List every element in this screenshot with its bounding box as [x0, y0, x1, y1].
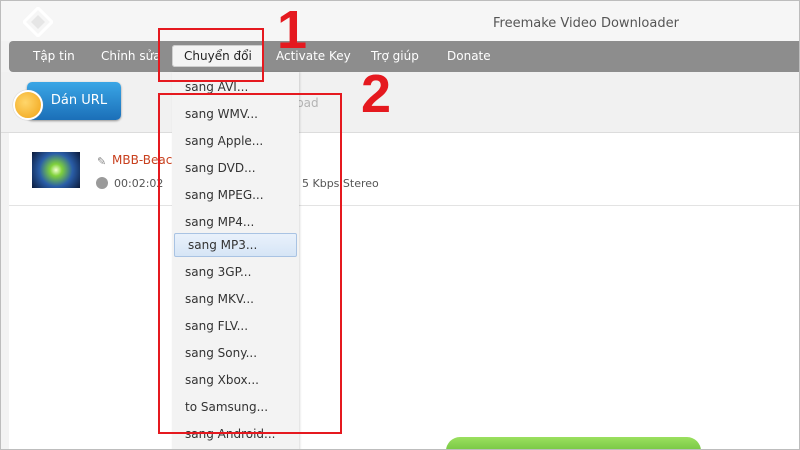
clock-icon: [96, 177, 108, 189]
download-list: ✎ MBB-Beac 00:02:02 5 Kbps Stereo: [9, 133, 799, 449]
menu-donate[interactable]: Donate: [447, 41, 491, 72]
file-duration: 00:02:02: [114, 177, 164, 190]
download-button[interactable]: [446, 437, 701, 449]
menu-edit[interactable]: Chỉnh sửa: [101, 41, 161, 72]
annotation-label-1: 1: [277, 0, 308, 60]
globe-icon: [13, 90, 43, 120]
annotation-box-2: [158, 93, 342, 434]
title-bar: Freemake Video Downloader: [1, 1, 799, 41]
annotation-label-2: 2: [361, 64, 392, 124]
window-title: Freemake Video Downloader: [493, 16, 679, 31]
menu-bar: Tập tin Chỉnh sửa Chuyển đổi Activate Ke…: [9, 41, 799, 72]
freemake-logo-icon: [23, 7, 53, 37]
list-item[interactable]: ✎ MBB-Beac 00:02:02 5 Kbps Stereo: [9, 133, 799, 206]
app-window: Freemake Video Downloader Tập tin Chỉnh …: [0, 0, 800, 450]
edit-pencil-icon[interactable]: ✎: [97, 155, 106, 168]
toolbar: Dán URL: [1, 72, 799, 133]
video-thumbnail: [32, 152, 80, 188]
menu-file[interactable]: Tập tin: [33, 41, 75, 72]
paste-url-label: Dán URL: [50, 93, 108, 108]
annotation-box-1: [158, 28, 264, 82]
